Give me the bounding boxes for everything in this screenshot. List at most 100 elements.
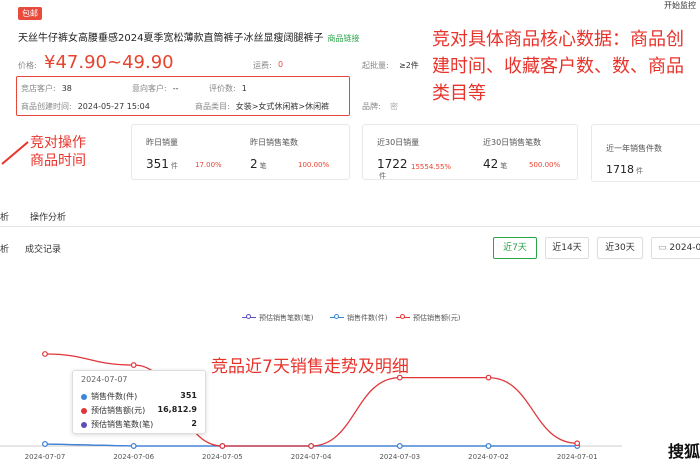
category: 商品类目: 女装>女式休闲裤>休闲裤 <box>195 101 329 112</box>
d30-orders-unit: 笔 <box>500 162 508 170</box>
brand-value: 密 <box>390 102 398 111</box>
intent-customers-value: -- <box>172 84 179 93</box>
x-tick-label: 2024-07-07 <box>25 453 66 461</box>
subtab-transactions[interactable]: 成交记录 <box>25 242 61 255</box>
d30-orders-pct: 500.00% <box>529 161 561 169</box>
range-30d-button[interactable]: 近30天 <box>597 237 643 259</box>
stat-card-year: 近一年销售件数 1718 件 <box>591 124 700 182</box>
tooltip-date: 2024-07-07 <box>81 375 128 384</box>
free-shipping-badge: 包邮 <box>18 7 42 20</box>
data-point <box>574 440 581 447</box>
tabs-divider <box>0 226 700 227</box>
legend-label: 预估销售额(元) <box>413 314 461 322</box>
d30-orders-value: 42 笔 <box>483 157 507 171</box>
intent-customers: 意向客户: -- <box>132 83 178 94</box>
product-title: 天丝牛仔裤女高腰垂感2024夏季宽松薄款直筒裤子冰丝显瘦阔腿裤子 商品链接 <box>18 29 359 44</box>
tooltip-dot <box>81 421 87 428</box>
date-picker[interactable]: ▭ 2024-0 <box>651 237 700 259</box>
shipping-label: 运费: <box>253 61 272 70</box>
tooltip-row: 预估销售额(元) <box>81 405 145 416</box>
price-value: ¥47.90~49.90 <box>44 52 174 73</box>
subtab-analysis[interactable]: 析 <box>0 242 9 255</box>
tooltip-row: 销售件数(件) <box>81 391 137 402</box>
created-time-value: 2024-05-27 15:04 <box>77 102 150 111</box>
annotation-arrow <box>1 141 29 165</box>
watermark: 搜狐 <box>667 442 700 461</box>
data-point <box>42 351 48 357</box>
category-value: 女装>女式休闲裤>休闲裤 <box>235 102 330 111</box>
tooltip-value: 16,812.9 <box>157 405 197 414</box>
tooltip-label: 销售件数(件) <box>91 392 138 401</box>
data-point <box>130 362 137 368</box>
year-sales-unit: 件 <box>636 167 643 175</box>
data-point <box>485 374 492 381</box>
yesterday-orders-label: 昨日销售笔数 <box>250 138 298 147</box>
tooltip-value: 351 <box>180 391 197 400</box>
range-7d-button[interactable]: 近7天 <box>493 237 537 259</box>
yesterday-sales-pct: 17.00% <box>195 161 222 169</box>
legend-label: 销售件数(件) <box>347 314 388 322</box>
tooltip-value: 2 <box>191 419 197 428</box>
yesterday-sales-label: 昨日销量 <box>146 138 178 147</box>
start-monitor-button[interactable]: 开始监控 <box>664 0 696 11</box>
tab-operation-analysis[interactable]: 操作分析 <box>30 210 66 223</box>
tooltip-dot <box>81 393 87 400</box>
tooltip-row: 预估销售笔数(笔) <box>81 419 153 430</box>
category-label: 商品类目: <box>195 102 230 111</box>
stat-card-yesterday: 昨日销量 351 件 17.00% 昨日销售笔数 2笔 100.00% <box>131 124 350 180</box>
d30-sales-value: 1722 <box>377 157 408 171</box>
reviews-label: 评价数: <box>209 84 236 93</box>
legend-symbol <box>242 314 256 322</box>
tooltip-dot <box>81 407 87 414</box>
calendar-icon: ▭ <box>658 243 667 253</box>
yesterday-orders-value: 2笔 <box>250 157 267 171</box>
legend-symbol <box>330 314 344 322</box>
x-tick-label: 2024-07-04 <box>291 453 332 461</box>
year-sales-label: 近一年销售件数 <box>606 144 662 153</box>
yesterday-orders-unit: 笔 <box>259 162 267 170</box>
product-link[interactable]: 商品链接 <box>327 34 359 43</box>
data-point <box>219 443 226 449</box>
competitor-customers: 竞店客户: 38 <box>21 83 72 94</box>
legend-item[interactable]: 预估销售笔数(笔) <box>242 313 313 323</box>
year-sales-number: 1718 <box>606 163 634 176</box>
stat-card-30days: 近30日销量 1722 件 15554.55% 近30日销售笔数 42 笔 500… <box>362 124 578 180</box>
year-sales-value: 1718 件 <box>606 163 643 176</box>
moq-label: 起批量: <box>362 61 389 70</box>
chart-tooltip: 2024-07-07 销售件数(件) 351 预估销售额(元) 16,812.9… <box>72 370 206 434</box>
created-time: 商品创建时间: 2024-05-27 15:04 <box>21 101 150 112</box>
yesterday-orders-number: 2 <box>250 157 258 171</box>
d30-sales-number: 1722 <box>377 157 408 171</box>
range-14d-button[interactable]: 近14天 <box>545 237 589 259</box>
product-title-text: 天丝牛仔裤女高腰垂感2024夏季宽松薄款直筒裤子冰丝显瘦阔腿裤子 <box>18 33 324 44</box>
reviews-value: 1 <box>241 84 247 93</box>
x-tick-label: 2024-07-01 <box>557 453 598 461</box>
x-tick-label: 2024-07-05 <box>202 453 243 461</box>
legend-symbol <box>396 314 410 322</box>
data-point <box>308 443 315 449</box>
legend-item[interactable]: 预估销售额(元) <box>396 313 460 323</box>
d30-orders-number: 42 <box>483 157 499 171</box>
brand-label: 品牌: <box>362 102 381 111</box>
yesterday-sales-number: 351 <box>146 157 169 171</box>
intent-customers-label: 意向客户: <box>132 84 167 93</box>
d30-sales-pct: 15554.55% <box>411 163 452 171</box>
tooltip-label: 预估销售笔数(笔) <box>91 420 154 429</box>
created-time-label: 商品创建时间: <box>21 102 72 111</box>
annotation-trend: 竞品近7天销售走势及明细 <box>211 357 409 377</box>
tab-analysis[interactable]: 析 <box>0 210 9 223</box>
tooltip-label: 预估销售额(元) <box>91 406 146 415</box>
data-point <box>485 443 492 449</box>
data-point <box>42 441 48 447</box>
competitor-customers-label: 竞店客户: <box>21 84 56 93</box>
competitor-customers-value: 38 <box>61 84 72 93</box>
d30-sales-label: 近30日销量 <box>377 138 420 147</box>
legend-label: 预估销售笔数(笔) <box>259 314 314 322</box>
shipping-value: 0 <box>278 60 284 69</box>
moq-value: ≥2件 <box>399 61 419 70</box>
x-tick-label: 2024-07-03 <box>379 453 420 461</box>
x-tick-label: 2024-07-02 <box>468 453 509 461</box>
yesterday-sales-unit: 件 <box>170 162 178 170</box>
legend-item[interactable]: 销售件数(件) <box>330 313 387 323</box>
d30-sales-unit: 件 <box>379 172 386 180</box>
